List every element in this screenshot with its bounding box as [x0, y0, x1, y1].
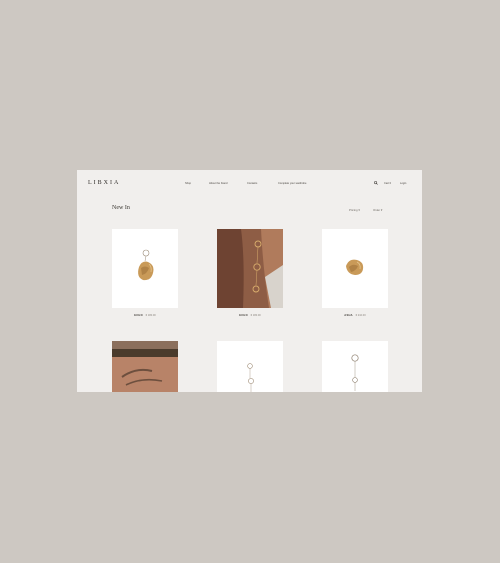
- product-image[interactable]: [322, 341, 388, 392]
- shop-page: LIBXIA Shop About the brand Contacts Com…: [77, 170, 422, 392]
- product-name[interactable]: ECHO: [134, 314, 143, 317]
- cart-link[interactable]: Cart 0: [384, 182, 391, 185]
- brand-logo[interactable]: LIBXIA: [88, 180, 120, 186]
- product-name[interactable]: ASHA: [344, 314, 353, 317]
- product-image[interactable]: [112, 229, 178, 308]
- product-image[interactable]: [217, 229, 283, 308]
- pricing-filter[interactable]: Pricing ▾: [349, 208, 360, 212]
- product-meta: ECHO € 180.00: [112, 314, 178, 317]
- product-price: € 210.00: [355, 314, 366, 317]
- product-image[interactable]: [112, 341, 178, 392]
- nav-link-shop[interactable]: Shop: [185, 182, 191, 185]
- login-link[interactable]: Login: [400, 182, 406, 185]
- nav-link-about[interactable]: About the brand: [209, 182, 227, 185]
- top-navigation: LIBXIA Shop About the brand Contacts Com…: [77, 170, 422, 198]
- product-meta: ASHA € 210.00: [322, 314, 388, 317]
- page-title: New In: [112, 205, 130, 211]
- product-price: € 180.00: [145, 314, 156, 317]
- product-price: € 180.00: [250, 314, 261, 317]
- nav-link-wardrobe[interactable]: Complete your wardrobe: [278, 182, 306, 185]
- product-name[interactable]: ECHO: [239, 314, 248, 317]
- product-meta: ECHO € 180.00: [217, 314, 283, 317]
- product-image[interactable]: [322, 229, 388, 308]
- search-icon[interactable]: [374, 181, 378, 186]
- order-filter[interactable]: Order ▾: [373, 208, 382, 212]
- product-image[interactable]: [217, 341, 283, 392]
- nav-link-contacts[interactable]: Contacts: [247, 182, 257, 185]
